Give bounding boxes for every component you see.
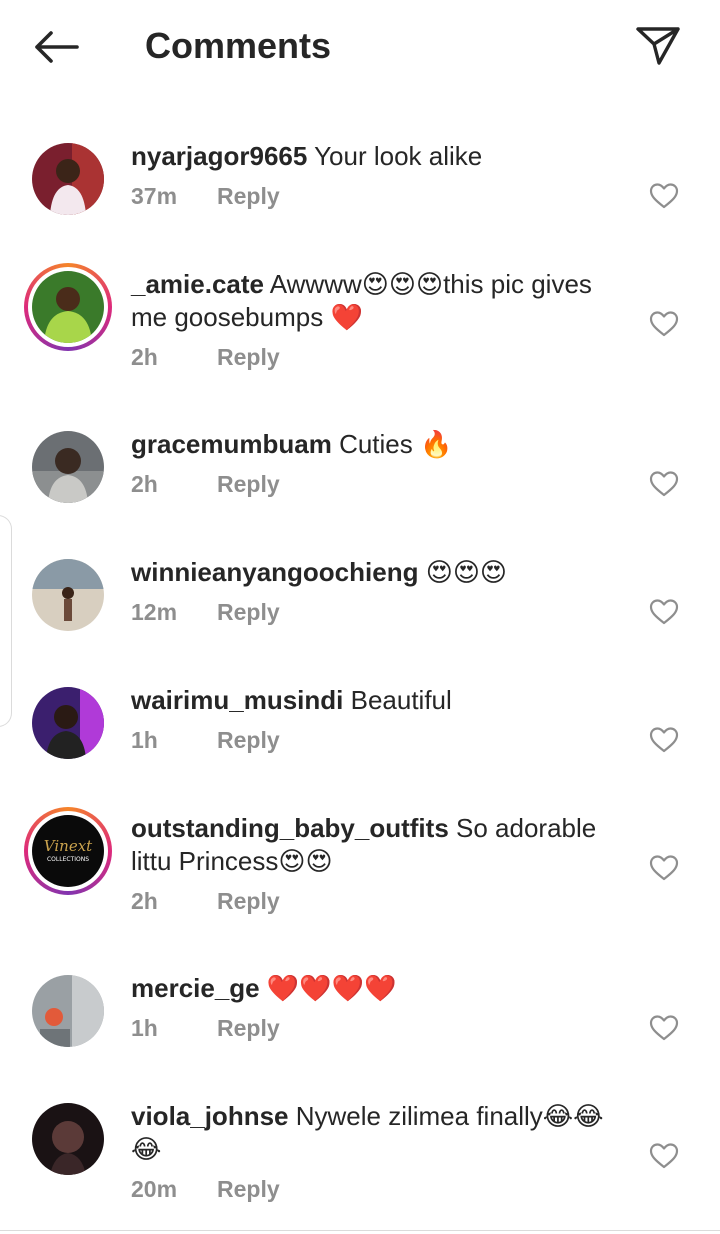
- comment-text: nyarjagor9665 Your look alike: [131, 140, 611, 173]
- comment-meta: 2h Reply: [131, 471, 611, 498]
- reply-button[interactable]: Reply: [217, 471, 280, 497]
- avatar-image: [32, 975, 104, 1047]
- like-heart-icon[interactable]: [649, 726, 679, 754]
- avatar-image: [32, 1103, 104, 1175]
- comment-username[interactable]: outstanding_baby_outfits: [131, 813, 449, 843]
- comment-body: wairimu_musindi Beautiful 1h Reply: [131, 684, 611, 754]
- comment-content: ❤️❤️❤️❤️: [259, 973, 397, 1003]
- comment-username[interactable]: nyarjagor9665: [131, 141, 307, 171]
- comment-meta: 1h Reply: [131, 727, 611, 754]
- comment-text: mercie_ge ❤️❤️❤️❤️: [131, 972, 611, 1005]
- avatar-image: [32, 559, 104, 631]
- side-panel-edge[interactable]: [0, 515, 12, 727]
- like-heart-icon[interactable]: [649, 854, 679, 882]
- comment-time: 12m: [131, 599, 178, 625]
- comment-time: 1h: [131, 727, 158, 753]
- comment-text: wairimu_musindi Beautiful: [131, 684, 611, 717]
- comment-username[interactable]: mercie_ge: [131, 973, 260, 1003]
- comment-time: 20m: [131, 1176, 178, 1202]
- svg-text:COLLECTIONS: COLLECTIONS: [47, 856, 89, 863]
- comment-meta: 20m Reply: [131, 1176, 611, 1203]
- comment-body: winnieanyangoochieng 😍😍😍 12m Reply: [131, 556, 611, 626]
- comment-username[interactable]: _amie.cate: [131, 269, 264, 299]
- reply-button[interactable]: Reply: [217, 183, 280, 209]
- arrow-left-icon: [35, 31, 79, 63]
- avatar[interactable]: Vinext COLLECTIONS: [24, 807, 112, 895]
- back-button[interactable]: [28, 22, 84, 72]
- like-heart-icon[interactable]: [649, 470, 679, 498]
- comment-body: mercie_ge ❤️❤️❤️❤️ 1h Reply: [131, 972, 611, 1042]
- comment-meta: 12m Reply: [131, 599, 611, 626]
- avatar-image: [32, 143, 104, 215]
- comment-text: gracemumbuam Cuties 🔥: [131, 428, 611, 461]
- comment-body: gracemumbuam Cuties 🔥 2h Reply: [131, 428, 611, 498]
- reply-button[interactable]: Reply: [217, 1015, 280, 1041]
- comment-time: 2h: [131, 344, 158, 370]
- comment-username[interactable]: gracemumbuam: [131, 429, 332, 459]
- comment-text: winnieanyangoochieng 😍😍😍: [131, 556, 611, 589]
- avatar[interactable]: [32, 431, 104, 503]
- comment-content: Your look alike: [307, 141, 483, 171]
- comment-username[interactable]: viola_johnse: [131, 1101, 289, 1131]
- reply-button[interactable]: Reply: [217, 888, 280, 914]
- comment-time: 2h: [131, 888, 158, 914]
- reply-button[interactable]: Reply: [217, 599, 280, 625]
- like-heart-icon[interactable]: [649, 310, 679, 338]
- comment-time: 1h: [131, 1015, 158, 1041]
- avatar[interactable]: [32, 975, 104, 1047]
- comment-body: _amie.cate Awwww😍😍😍this pic gives me goo…: [131, 268, 611, 371]
- comment-text: outstanding_baby_outfits So adorable lit…: [131, 812, 611, 878]
- comment-meta: 2h Reply: [131, 344, 611, 371]
- like-heart-icon[interactable]: [649, 1014, 679, 1042]
- comment-meta: 1h Reply: [131, 1015, 611, 1042]
- share-button[interactable]: [628, 18, 688, 74]
- comment-username[interactable]: wairimu_musindi: [131, 685, 343, 715]
- avatar-image: Vinext COLLECTIONS: [32, 815, 104, 887]
- avatar[interactable]: [32, 559, 104, 631]
- like-heart-icon[interactable]: [649, 182, 679, 210]
- avatar[interactable]: [32, 687, 104, 759]
- avatar[interactable]: [32, 1103, 104, 1175]
- like-heart-icon[interactable]: [649, 598, 679, 626]
- reply-button[interactable]: Reply: [217, 344, 280, 370]
- comment-body: viola_johnse Nywele zilimea finally😂😂😂 2…: [131, 1100, 611, 1203]
- comment-time: 37m: [131, 183, 178, 209]
- bottom-divider: [0, 1230, 720, 1231]
- comment-content: Beautiful: [343, 685, 452, 715]
- like-heart-icon[interactable]: [649, 1142, 679, 1170]
- comment-content: Cuties 🔥: [331, 429, 453, 459]
- comment-content: 😍😍😍: [418, 557, 508, 587]
- comment-time: 2h: [131, 471, 158, 497]
- avatar[interactable]: [32, 143, 104, 215]
- comment-text: _amie.cate Awwww😍😍😍this pic gives me goo…: [131, 268, 611, 334]
- avatar-image: [32, 271, 104, 343]
- comment-body: outstanding_baby_outfits So adorable lit…: [131, 812, 611, 915]
- avatar-logo-text: Vinext: [44, 837, 93, 855]
- avatar-image: [32, 687, 104, 759]
- comment-body: nyarjagor9665 Your look alike 37m Reply: [131, 140, 611, 210]
- comment-meta: 37m Reply: [131, 183, 611, 210]
- avatar[interactable]: [24, 263, 112, 351]
- paper-plane-icon: [636, 27, 680, 65]
- reply-button[interactable]: Reply: [217, 1176, 280, 1202]
- header-bar: Comments: [0, 0, 720, 94]
- comment-username[interactable]: winnieanyangoochieng: [131, 557, 418, 587]
- avatar-image: [32, 431, 104, 503]
- page-title: Comments: [145, 25, 332, 66]
- comment-meta: 2h Reply: [131, 888, 611, 915]
- comment-text: viola_johnse Nywele zilimea finally😂😂😂: [131, 1100, 611, 1166]
- reply-button[interactable]: Reply: [217, 727, 280, 753]
